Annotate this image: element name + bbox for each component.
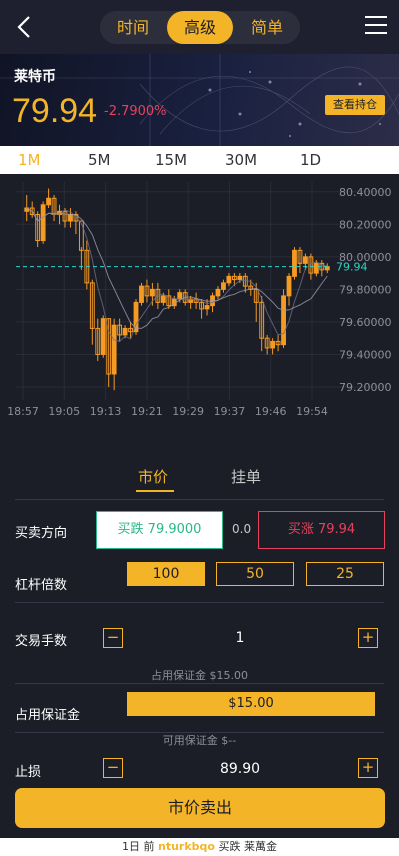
y-tick-label: 79.80000 xyxy=(339,283,392,296)
candle-body xyxy=(302,256,308,264)
candle-body xyxy=(68,214,73,222)
x-tick-label: 19:05 xyxy=(48,405,80,418)
divider xyxy=(15,683,384,684)
lots-increase-button[interactable]: + xyxy=(358,628,378,648)
current-price: 79.94 xyxy=(12,92,98,130)
candle-body xyxy=(139,285,144,303)
candle-body xyxy=(122,327,128,336)
lots-label: 交易手数 xyxy=(15,634,68,649)
back-arrow-icon[interactable] xyxy=(14,14,36,40)
stoploss-value[interactable]: 89.90 xyxy=(190,761,290,777)
period-1m[interactable]: 1M xyxy=(18,146,41,174)
candle-body xyxy=(313,262,319,274)
margin-value: $15.00 xyxy=(127,692,375,716)
tab-market-order[interactable]: 市价 xyxy=(138,466,168,487)
candle-body xyxy=(78,220,84,251)
stoploss-decrease-button[interactable]: − xyxy=(103,758,123,778)
y-tick-label: 79.40000 xyxy=(339,348,392,361)
period-tabs: 1M 5M 15M 30M 1D xyxy=(0,146,399,174)
x-tick-label: 18:57 xyxy=(7,405,39,418)
candle-body xyxy=(215,288,221,297)
candle-body xyxy=(111,324,117,375)
menu-icon[interactable] xyxy=(365,16,387,36)
current-price-label: 79.94 xyxy=(336,261,368,274)
lots-decrease-button[interactable]: − xyxy=(103,628,123,648)
market-sell-button[interactable]: 市价卖出 xyxy=(15,788,385,828)
margin-note: 占用保证金 $15.00 xyxy=(151,669,248,682)
stoploss-increase-button[interactable]: + xyxy=(358,758,378,778)
y-tick-label: 80.40000 xyxy=(339,186,392,199)
candle-body xyxy=(286,275,292,297)
top-nav: 时间 高级 简单 xyxy=(0,0,399,54)
candle-body xyxy=(221,282,226,290)
candle-body xyxy=(237,275,243,281)
buy-rise-button[interactable]: 买涨 79.94 xyxy=(258,511,385,549)
tab-simple[interactable]: 简单 xyxy=(234,11,300,44)
x-tick-label: 19:21 xyxy=(131,405,163,418)
tab-time[interactable]: 时间 xyxy=(100,11,166,44)
tab-advanced[interactable]: 高级 xyxy=(167,11,233,44)
candle-body xyxy=(204,305,210,310)
candle-body xyxy=(149,288,155,297)
candle-body xyxy=(270,340,276,349)
margin-label: 占用保证金 xyxy=(15,708,81,723)
period-1d[interactable]: 1D xyxy=(300,146,321,174)
active-tab-underline xyxy=(136,490,174,492)
candle-body xyxy=(160,295,166,303)
coin-name: 莱特币 xyxy=(14,69,56,85)
lots-value[interactable]: 1 xyxy=(190,630,290,646)
x-tick-label: 19:46 xyxy=(255,405,287,418)
candle-body xyxy=(281,295,286,346)
candlestick-chart[interactable]: 80.40000 80.20000 80.00000 79.80000 79.60000… xyxy=(0,174,399,424)
ticker-user: nturkbqo xyxy=(158,840,215,853)
price-header: 莱特币 79.94 -2.7900% 查看持仓 xyxy=(0,54,399,146)
y-tick-label: 79.20000 xyxy=(339,381,392,394)
price-change: -2.7900% xyxy=(104,104,167,119)
x-tick-label: 19:37 xyxy=(214,405,246,418)
buy-fall-button[interactable]: 买跌 79.9000 xyxy=(96,511,223,549)
stoploss-label: 止损 xyxy=(15,765,42,780)
candle-body xyxy=(226,275,232,284)
leverage-label: 杠杆倍数 xyxy=(15,578,68,593)
leverage-25[interactable]: 25 xyxy=(306,562,384,586)
trade-ticker: 1日 前 nturkbqo 买跌 莱萬金 xyxy=(0,838,399,856)
candle-body xyxy=(40,204,46,242)
leverage-50[interactable]: 50 xyxy=(216,562,294,586)
candle-body xyxy=(292,249,297,277)
period-30m[interactable]: 30M xyxy=(225,146,257,174)
tab-pending-order[interactable]: 挂单 xyxy=(231,466,261,487)
divider xyxy=(15,499,384,500)
candle-body xyxy=(100,318,106,355)
chart-canvas: 80.4000080.2000080.0000079.8000079.60000… xyxy=(7,182,392,418)
view-holdings-button[interactable]: 查看持仓 xyxy=(325,95,385,115)
y-tick-label: 79.60000 xyxy=(339,316,392,329)
leverage-100[interactable]: 100 xyxy=(127,562,205,586)
candle-body xyxy=(177,292,183,300)
x-tick-label: 19:29 xyxy=(172,405,204,418)
spread-value: 0.0 xyxy=(232,522,252,536)
order-type-tabs: 市价 挂单 xyxy=(0,462,399,492)
x-tick-label: 19:13 xyxy=(90,405,122,418)
x-tick-label: 19:54 xyxy=(296,405,328,418)
period-5m[interactable]: 5M xyxy=(88,146,111,174)
ticker-action: 买跌 莱萬金 xyxy=(218,840,277,853)
divider xyxy=(15,602,384,603)
ticker-time: 1日 前 xyxy=(122,840,155,853)
available-margin-note: 可用保证金 $-- xyxy=(162,734,237,747)
period-15m[interactable]: 15M xyxy=(155,146,187,174)
direction-label: 买卖方向 xyxy=(15,526,68,541)
candle-body xyxy=(46,197,52,206)
mode-switcher: 时间 高级 简单 xyxy=(100,11,300,44)
y-tick-label: 80.20000 xyxy=(339,218,392,231)
